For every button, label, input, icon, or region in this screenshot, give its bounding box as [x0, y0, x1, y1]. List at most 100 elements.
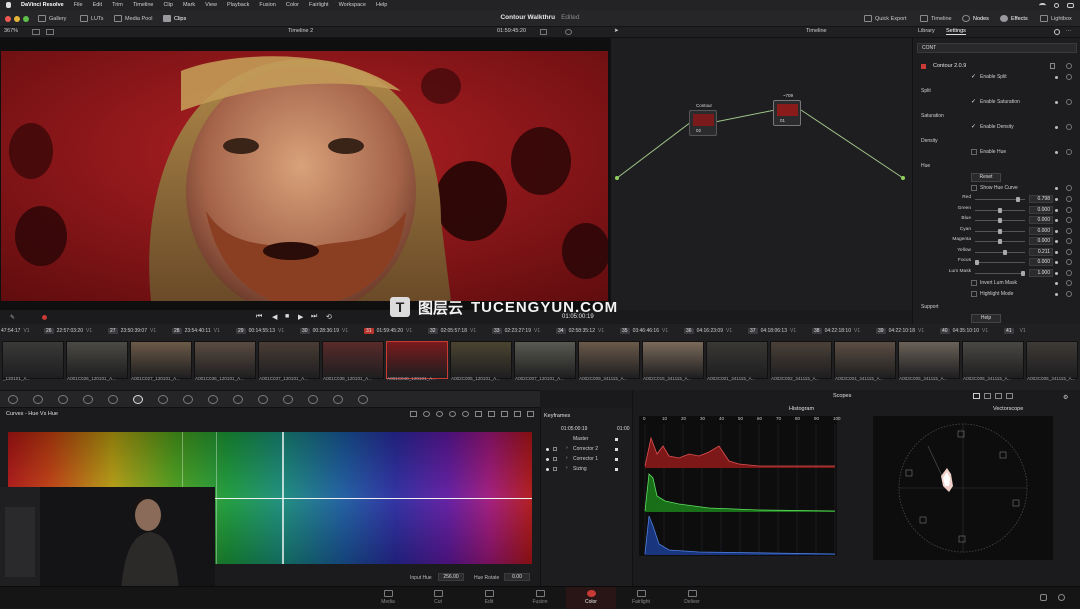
expand-icon[interactable]: ›: [566, 465, 568, 471]
play-icon[interactable]: ▶: [298, 313, 303, 321]
go-to-end-icon[interactable]: ⏭: [311, 313, 317, 321]
gallery-button[interactable]: Gallery: [38, 13, 66, 24]
slider-knob[interactable]: [1016, 197, 1021, 202]
timeline-clip-28[interactable]: [194, 341, 256, 379]
expand-icon[interactable]: ›: [566, 455, 568, 461]
reset-icon[interactable]: [1066, 196, 1072, 202]
wipe-icon[interactable]: [46, 29, 54, 35]
layout-dual-icon[interactable]: [984, 393, 991, 399]
slider-track[interactable]: [975, 270, 1025, 276]
slider-track[interactable]: [975, 207, 1025, 213]
slider-track[interactable]: [975, 197, 1025, 202]
slider-value-field[interactable]: 1.000: [1029, 268, 1053, 277]
enable-saturation-row[interactable]: ✓ Enable Saturation: [913, 98, 1080, 107]
slider-row-magenta[interactable]: Magenta 0.000: [913, 237, 1080, 246]
timeline-clip-35[interactable]: [642, 341, 704, 379]
menu-playback[interactable]: Playback: [227, 2, 249, 8]
close-window-button[interactable]: [5, 15, 11, 22]
page-fusion[interactable]: Fusion: [520, 590, 560, 605]
lock-icon[interactable]: [553, 457, 557, 461]
menu-trim[interactable]: Trim: [112, 2, 123, 8]
timeline-clip-41[interactable]: [1026, 341, 1078, 379]
slider-value-field[interactable]: 0.000: [1029, 216, 1053, 224]
check-icon[interactable]: ✓: [971, 123, 976, 130]
slider-knob[interactable]: [998, 239, 1002, 244]
color-warper-icon[interactable]: [158, 395, 168, 404]
hue-rotate-field[interactable]: 0.00: [504, 573, 530, 581]
timeline-name-select[interactable]: Timeline 2: [288, 28, 313, 34]
keyframe-dot-icon[interactable]: [1055, 198, 1058, 201]
timeline-clip-26[interactable]: [66, 341, 128, 379]
eye-icon[interactable]: [546, 458, 549, 461]
slider-knob[interactable]: [1021, 270, 1025, 276]
slider-track[interactable]: [975, 218, 1025, 223]
timeline-clip-37[interactable]: [770, 341, 832, 379]
expand-icon[interactable]: ›: [566, 445, 568, 451]
show-hue-curve-row[interactable]: Show Hue Curve: [913, 184, 1080, 193]
minimize-window-button[interactable]: [14, 15, 20, 22]
reset-icon[interactable]: [1066, 238, 1072, 244]
slider-row-red[interactable]: Red 0.798: [913, 195, 1080, 204]
slider-knob[interactable]: [998, 218, 1002, 223]
hue-marker[interactable]: [282, 432, 284, 564]
keyframe-row-sizing[interactable]: › Sizing: [541, 465, 633, 474]
menu-mark[interactable]: Mark: [183, 2, 195, 8]
project-settings-icon[interactable]: [1058, 594, 1065, 601]
slider-value-field[interactable]: 0.000: [1029, 237, 1053, 245]
rgb-mixer-icon[interactable]: [83, 395, 93, 404]
blur-icon[interactable]: [283, 395, 293, 404]
reset-icon[interactable]: [1066, 206, 1072, 213]
keyframe-dot-icon[interactable]: [1055, 250, 1058, 254]
help-button[interactable]: Help: [971, 314, 1001, 323]
tab-library[interactable]: Library: [918, 28, 935, 34]
keyframe-row-corrector-2[interactable]: › Corrector 2: [541, 445, 633, 454]
slider-row-blue[interactable]: Blue 0.000: [913, 216, 1080, 225]
timeline-clip-31[interactable]: [386, 341, 448, 379]
page-edit[interactable]: Edit: [469, 590, 509, 605]
go-to-start-icon[interactable]: ⏮: [256, 313, 262, 321]
keyframe-dot-icon[interactable]: [615, 438, 618, 441]
enable-split-row[interactable]: ✓ Enable Split: [913, 73, 1080, 82]
zoom-level[interactable]: 367%: [4, 28, 18, 34]
highlight-mode-row[interactable]: Highlight Mode: [913, 290, 1080, 299]
plugin-header[interactable]: Contour 2.0.9: [913, 62, 1080, 71]
keyframe-dot-icon[interactable]: [1055, 187, 1058, 190]
keyframe-dot-icon[interactable]: [1055, 219, 1058, 222]
slider-knob[interactable]: [1002, 249, 1007, 255]
keyframe-dot-icon[interactable]: [1055, 293, 1058, 296]
curve-tool-icon[interactable]: [488, 411, 495, 417]
slider-row-green[interactable]: Green 0.000: [913, 205, 1080, 215]
curve-tool-icon[interactable]: [527, 411, 534, 417]
keyframe-row-corrector-1[interactable]: › Corrector 1: [541, 455, 633, 464]
scope-settings-icon[interactable]: ⚙: [1063, 394, 1068, 401]
menu-view[interactable]: View: [205, 2, 217, 8]
page-media[interactable]: Media: [368, 590, 408, 605]
page-deliver[interactable]: Deliver: [672, 590, 712, 605]
timeline-clip-27[interactable]: [130, 341, 192, 379]
keyframe-dot-icon[interactable]: [1055, 101, 1058, 104]
reset-icon[interactable]: [1066, 217, 1072, 223]
magic-mask-icon[interactable]: [258, 395, 268, 404]
grab-still-icon[interactable]: [540, 29, 547, 35]
pen-tool-icon[interactable]: ✎: [10, 314, 15, 321]
layout-single-icon[interactable]: [973, 393, 980, 399]
unchecked-box-icon[interactable]: [971, 185, 977, 191]
vectorscope[interactable]: [873, 416, 1053, 560]
timeline-clip-32[interactable]: [450, 341, 512, 379]
luts-button[interactable]: LUTs: [80, 13, 104, 24]
view-mode-icon[interactable]: [32, 29, 40, 35]
keyframe-dot-icon[interactable]: [1055, 208, 1058, 212]
timeline-clip-34[interactable]: [578, 341, 640, 379]
curve-tool-icon[interactable]: [436, 411, 443, 417]
slider-knob[interactable]: [975, 260, 979, 265]
menu-file[interactable]: File: [74, 2, 83, 8]
reset-icon[interactable]: [1066, 185, 1072, 191]
reset-icon[interactable]: [1066, 63, 1072, 69]
menu-color[interactable]: Color: [286, 2, 299, 8]
home-icon[interactable]: [1040, 594, 1047, 601]
keyframe-dot-icon[interactable]: [1055, 240, 1058, 243]
sizing-icon[interactable]: [333, 395, 343, 404]
keyframe-dot-icon[interactable]: [615, 448, 618, 451]
menu-fairlight[interactable]: Fairlight: [309, 2, 329, 8]
curve-tool-icon[interactable]: [475, 411, 482, 417]
